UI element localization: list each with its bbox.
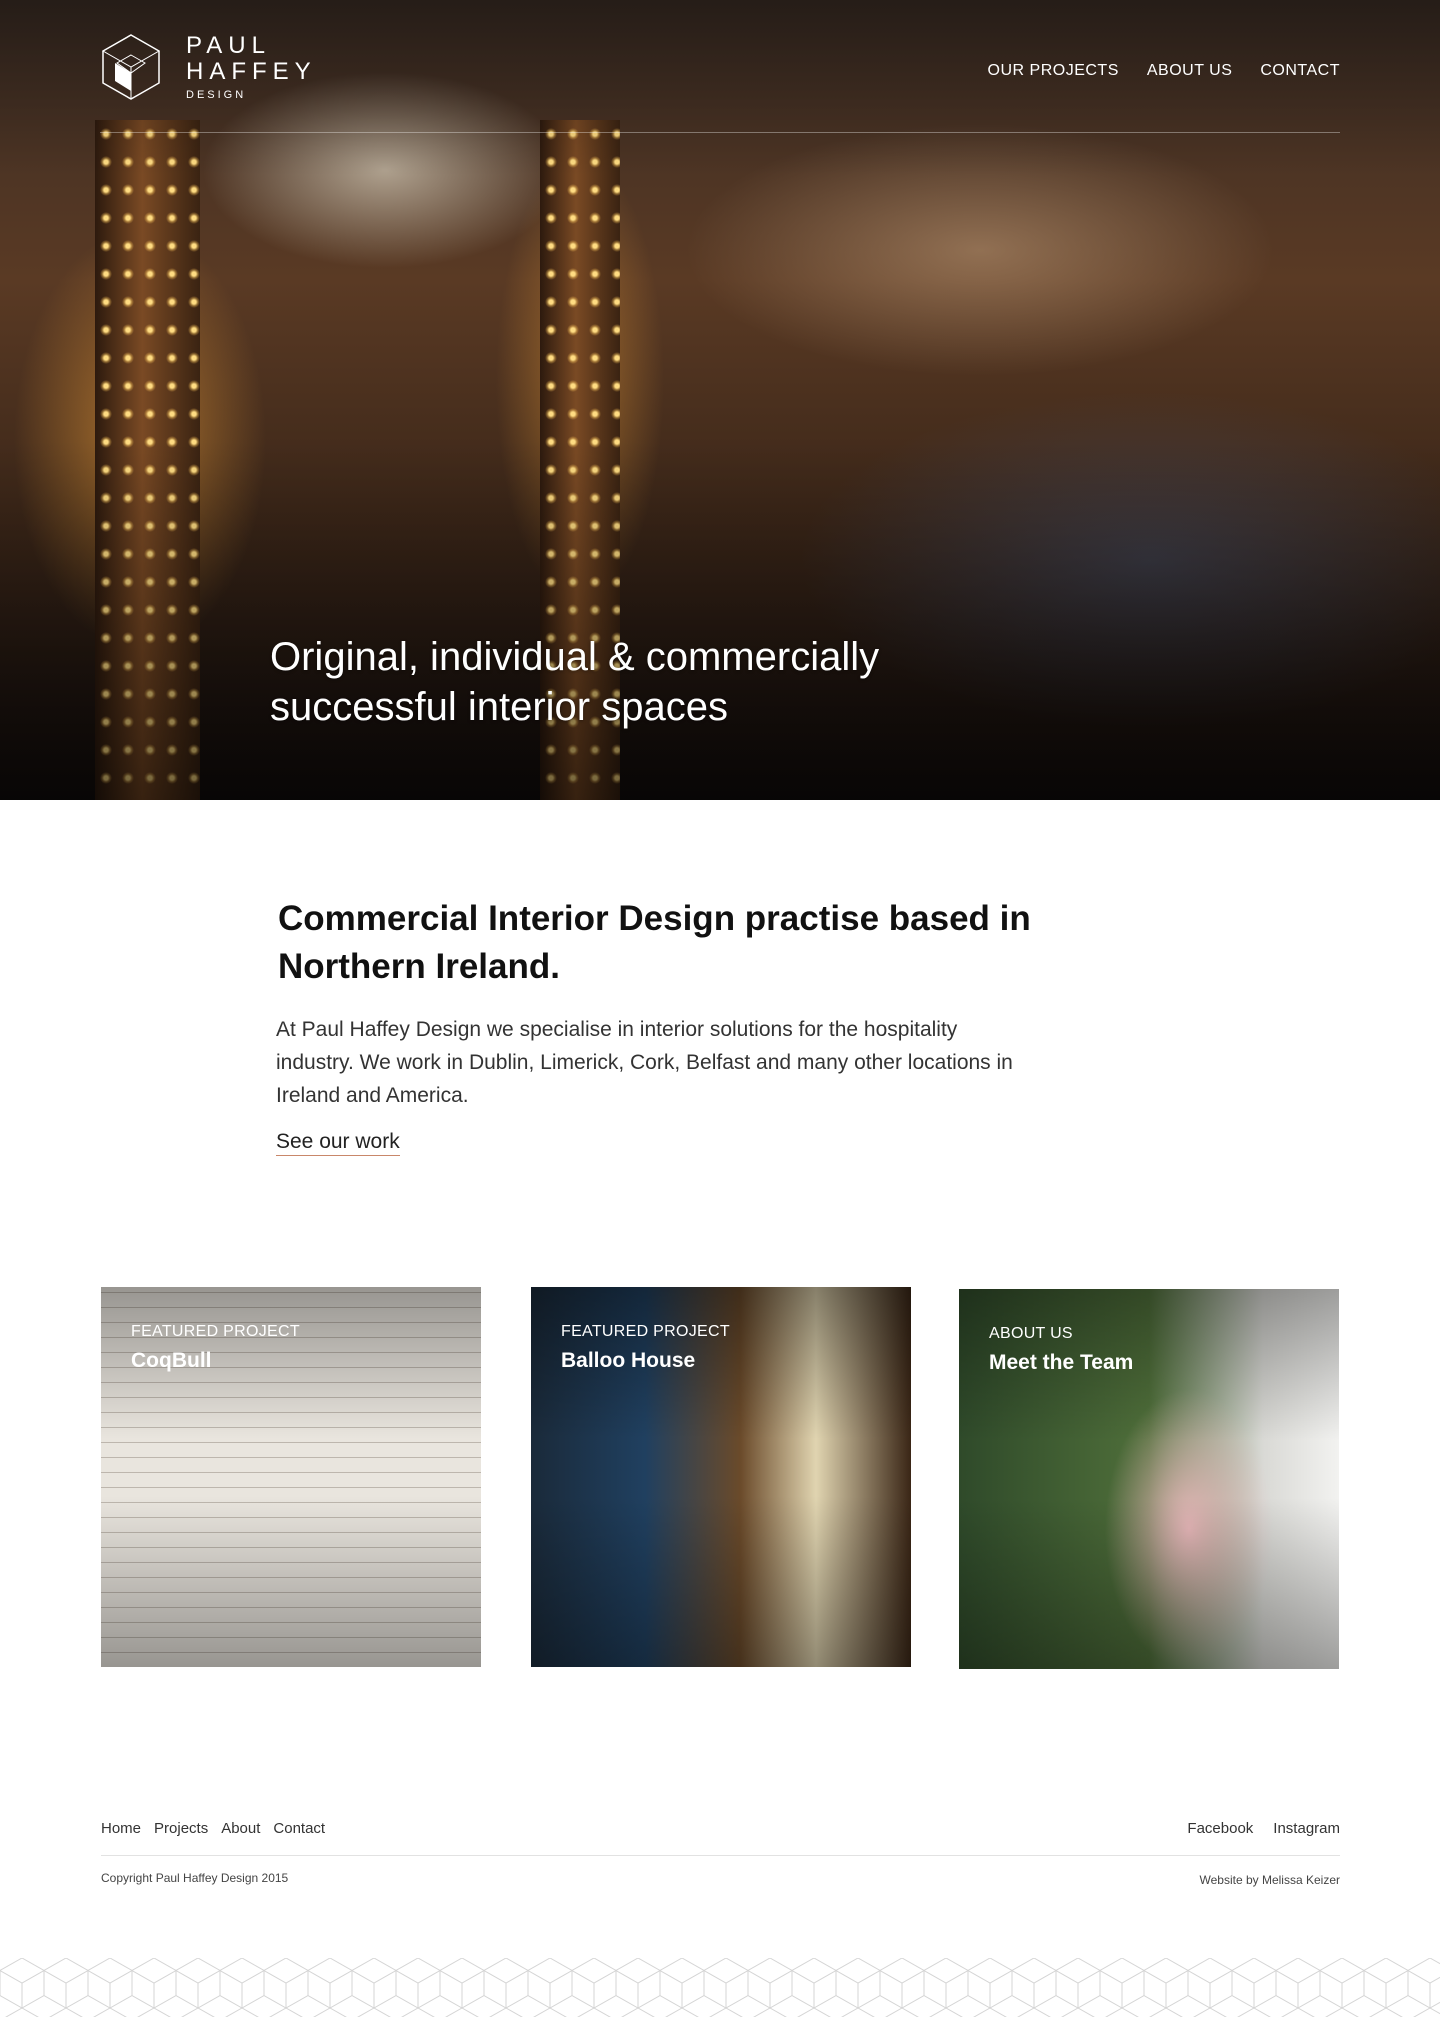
header-divider [100,132,1340,133]
main-nav: OUR PROJECTS ABOUT US CONTACT [988,62,1340,80]
intro-heading: Commercial Interior Design practise base… [278,899,1031,986]
footer-link-home[interactable]: Home [101,1820,141,1837]
nav-item-our-projects[interactable]: OUR PROJECTS [988,62,1119,80]
card-title: CoqBull [131,1349,212,1372]
card-image [531,1496,911,1667]
see-our-work-link[interactable]: See our work [276,1130,400,1156]
card-eyebrow: ABOUT US [989,1325,1073,1342]
card-title: Balloo House [561,1349,696,1372]
featured-project-card-balloo-house[interactable]: FEATURED PROJECT Balloo House [531,1287,911,1667]
card-image [101,1496,481,1667]
logo-wordmark: PAUL HAFFEY DESIGN [186,32,317,102]
cube-pattern-decoration [0,1958,1440,2017]
instagram-link[interactable]: Instagram [1273,1820,1340,1837]
nav-item-about-us[interactable]: ABOUT US [1147,62,1233,80]
nav-item-contact[interactable]: CONTACT [1260,62,1340,80]
facebook-link[interactable]: Facebook [1187,1820,1253,1837]
hero-headline: Original, individual & commercially succ… [270,635,880,729]
card-eyebrow: FEATURED PROJECT [131,1323,300,1340]
card-image [959,1498,1339,1669]
hero-section: PAUL HAFFEY DESIGN OUR PROJECTS ABOUT US… [0,0,1440,800]
footer-link-about[interactable]: About [221,1820,260,1837]
card-title: Meet the Team [989,1351,1134,1374]
footer-nav: Home Projects About Contact [101,1820,325,1837]
footer-social-links: Facebook Instagram [1187,1820,1340,1837]
about-us-card-meet-the-team[interactable]: ABOUT US Meet the Team [959,1289,1339,1669]
footer-divider [101,1855,1340,1856]
featured-project-card-coqbull[interactable]: FEATURED PROJECT CoqBull [101,1287,481,1667]
site-logo[interactable]: PAUL HAFFEY DESIGN [100,32,330,102]
logo-line-paul: PAUL [186,32,271,59]
card-eyebrow: FEATURED PROJECT [561,1323,730,1340]
intro-body: At Paul Haffey Design we specialise in i… [276,1018,1013,1107]
intro-section: Commercial Interior Design practise base… [276,895,1036,1156]
footer-link-contact[interactable]: Contact [273,1820,325,1837]
website-credit: Website by Melissa Keizer [1199,1873,1341,1887]
logo-line-design: DESIGN [186,89,247,101]
copyright-text: Copyright Paul Haffey Design 2015 [101,1871,289,1885]
cube-logo-icon [101,34,161,100]
logo-line-haffey: HAFFEY [186,58,317,85]
footer-link-projects[interactable]: Projects [154,1820,208,1837]
